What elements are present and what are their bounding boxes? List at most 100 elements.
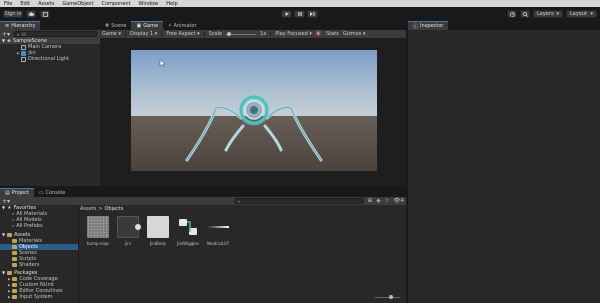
services-button[interactable] [40, 10, 50, 18]
play-mode-dropdown[interactable]: Play Focused ▾ [275, 31, 312, 37]
asset-label: JiniBody [149, 241, 167, 246]
breadcrumb-item-current[interactable]: Objects [104, 206, 123, 212]
tab-game[interactable]: ▣ Game [131, 21, 164, 30]
hidden-packages-icon[interactable]: 👁4 [394, 198, 404, 204]
tab-scene-label: Scene [111, 22, 127, 29]
gizmos-dropdown[interactable]: Gizmos ▾ [343, 31, 366, 37]
display-mode-dropdown[interactable]: Game ▾ [102, 31, 121, 37]
asset-item[interactable]: bump-map... [87, 216, 109, 246]
step-button[interactable] [307, 10, 318, 18]
list-icon: ≡ [5, 23, 10, 29]
folder-icon [12, 295, 18, 299]
shader-graph-thumbnail [177, 216, 199, 238]
menu-edit[interactable]: Edit [20, 1, 30, 7]
expand-arrow-icon[interactable] [135, 224, 141, 230]
package-item[interactable]: ▶ Input System [0, 294, 78, 300]
separator [270, 31, 272, 37]
scale-value: 1x [260, 31, 267, 37]
mute-icon[interactable]: 🔇 [316, 31, 322, 37]
pause-icon [297, 12, 302, 16]
sign-in-button[interactable]: Sign in [3, 10, 23, 18]
aspect-dropdown[interactable]: Free Aspect ▾ [166, 31, 199, 37]
project-tabbar: ▤ Project ▭ Console [0, 188, 406, 197]
chevron-down-icon: ▾ [590, 11, 593, 17]
favorites-item[interactable]: ⌕ All Prefabs [0, 223, 78, 229]
menu-file[interactable]: File [4, 1, 12, 7]
play-button[interactable] [281, 10, 292, 18]
tab-animator-label: Animator [173, 22, 197, 29]
star-icon[interactable]: ☆ [385, 198, 390, 204]
asset-item[interactable]: jini [117, 216, 141, 246]
folder-icon [12, 289, 18, 293]
sign-in-label: Sign in [4, 11, 22, 17]
tab-animator[interactable]: ⚡ Animator [163, 21, 202, 30]
play-icon [285, 12, 289, 16]
tab-console-label: Console [45, 189, 66, 196]
tab-inspector[interactable]: ⓘ Inspector [408, 21, 449, 30]
material-thumbnail [147, 216, 169, 238]
thumbnail-size-slider[interactable] [375, 295, 400, 299]
separator [203, 31, 205, 37]
tab-project[interactable]: ▤ Project [0, 188, 34, 197]
scale-slider[interactable] [226, 31, 257, 36]
breadcrumb-item[interactable]: Assets [80, 206, 96, 212]
history-button[interactable] [507, 10, 517, 18]
gamepad-icon: ▣ [136, 23, 142, 29]
tab-hierarchy[interactable]: ≡ Hierarchy [0, 21, 41, 30]
breadcrumb: Assets > Objects [80, 205, 406, 212]
menu-assets[interactable]: Assets [38, 1, 54, 7]
asset-item[interactable]: JiniBody [147, 216, 169, 246]
display-label: Display 1 [130, 31, 154, 37]
tab-scene[interactable]: # Scene [100, 21, 131, 30]
play-mode-label: Play Focused [275, 31, 308, 37]
search-icon: ⌕ [17, 31, 20, 37]
add-icon[interactable]: +▾ [2, 198, 10, 205]
tab-console[interactable]: ▭ Console [34, 188, 71, 197]
scene-tabbar: # Scene ▣ Game ⚡ Animator [100, 21, 406, 30]
hidden-count: 4 [400, 198, 405, 204]
asset-item[interactable]: NeutralLUT [207, 216, 229, 246]
layers-dropdown[interactable]: Layers ▾ [533, 10, 563, 18]
layout-dropdown[interactable]: Layout ▾ [566, 10, 597, 18]
add-icon[interactable]: +▾ [2, 31, 10, 38]
filter-type-icon[interactable]: ⊞ [368, 198, 373, 204]
hierarchy-search-input[interactable]: ⌕ All [13, 31, 98, 37]
folder-label: Shaders [19, 262, 40, 268]
project-search-input[interactable]: ⌕ [233, 198, 364, 204]
shader-graph-icon [179, 219, 197, 235]
game-view[interactable] [131, 50, 377, 171]
pause-button[interactable] [294, 10, 305, 18]
menu-help[interactable]: Help [166, 1, 177, 7]
slider-handle[interactable] [227, 31, 232, 36]
divider [78, 205, 79, 303]
asset-label: JiniWiggles [177, 241, 199, 246]
unity-logo-icon: ◈ [7, 38, 11, 44]
folder-icon [7, 233, 13, 237]
favorites-item-label: All Prefabs [16, 223, 43, 229]
slider-handle[interactable] [389, 295, 393, 299]
folder-icon [12, 277, 18, 281]
asset-item[interactable]: JiniWiggles [177, 216, 199, 246]
project-folder-tree: ▼ ★ Favorites ⌕ All Materials ⌕ All Mode… [0, 205, 78, 303]
stats-toggle[interactable]: Stats [326, 31, 339, 37]
animator-icon: ⚡ [168, 22, 172, 29]
game-panel: # Scene ▣ Game ⚡ Animator Game ▾ Display… [100, 21, 406, 186]
chevron-right-icon: ▶ [17, 51, 20, 55]
assets-folder-item[interactable]: Shaders [0, 262, 78, 268]
chevron-down-icon: ▾ [556, 11, 559, 17]
project-toolbar: +▾ ⌕ ⊞ ◈ ☆ 👁4 [0, 197, 406, 205]
cloud-button[interactable] [26, 10, 36, 18]
menu-window[interactable]: Window [139, 1, 159, 7]
filter-label-icon[interactable]: ◈ [376, 198, 380, 204]
inspector-panel: ⓘ Inspector [408, 21, 600, 303]
tab-project-label: Project [11, 190, 29, 196]
asset-label: jini [125, 241, 131, 246]
cloud-icon [28, 12, 34, 16]
separator [161, 31, 163, 37]
hierarchy-item[interactable]: Directional Light [0, 56, 100, 62]
menu-component[interactable]: Component [102, 1, 131, 7]
menu-gameobject[interactable]: GameObject [62, 1, 93, 7]
search-toolbar-button[interactable] [520, 10, 530, 18]
hierarchy-tabbar: ≡ Hierarchy [0, 21, 100, 30]
display-dropdown[interactable]: Display 1 ▾ [130, 31, 157, 37]
